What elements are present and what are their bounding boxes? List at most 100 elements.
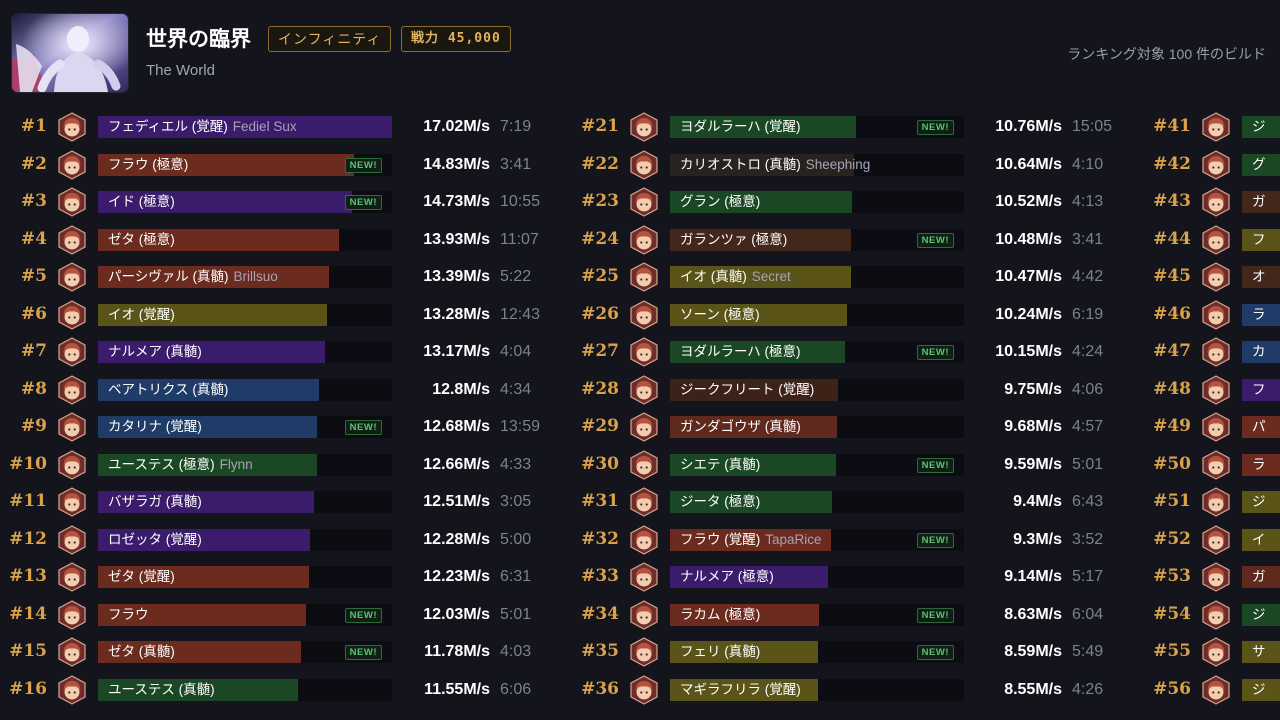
ranking-row[interactable]: #42 グ (1144, 146, 1280, 184)
ranking-row[interactable]: #9 カタリナ (覚醒) NEW! 12.68M/s 13:59 (0, 408, 572, 446)
build-label: フラウ (極意) (108, 154, 188, 176)
ranking-row[interactable]: #4 ゼタ (極意) 13.93M/s 11:07 (0, 221, 572, 259)
build-label: イ (1252, 529, 1266, 551)
ranking-row[interactable]: #16 ユーステス (真髄) 11.55M/s 6:06 (0, 671, 572, 709)
clear-time: 12:43 (500, 305, 541, 323)
ranking-row[interactable]: #24 ガランツァ (極意) NEW! 10.48M/s 3:41 (572, 221, 1144, 259)
ranking-row[interactable]: #26 ソーン (極意) 10.24M/s 6:19 (572, 296, 1144, 334)
build-label: ユーステス (真髄) (108, 679, 215, 701)
ranking-row[interactable]: #51 ジ (1144, 483, 1280, 521)
ranking-row[interactable]: #46 ラ (1144, 296, 1280, 334)
ranking-row[interactable]: #54 ジ (1144, 596, 1280, 634)
character-portrait-icon (1201, 337, 1231, 367)
ranking-row[interactable]: #32 フラウ (覚醒) TapaRice NEW! 9.3M/s 3:52 (572, 521, 1144, 559)
ranking-row[interactable]: #33 ナルメア (極意) 9.14M/s 5:17 (572, 558, 1144, 596)
new-badge: NEW! (916, 457, 954, 473)
ranking-row[interactable]: #11 バザラガ (真髄) 12.51M/s 3:05 (0, 483, 572, 521)
ranking-row[interactable]: #48 フ (1144, 371, 1280, 409)
ranking-row[interactable]: #2 フラウ (極意) NEW! 14.83M/s 3:41 (0, 146, 572, 184)
character-portrait-icon (629, 487, 659, 517)
ranking-row[interactable]: #43 ガ (1144, 183, 1280, 221)
ranking-row[interactable]: #47 カ (1144, 333, 1280, 371)
clear-time: 4:34 (500, 380, 532, 398)
character-name: パ (1252, 419, 1266, 434)
rank-number: #32 (581, 528, 619, 549)
dps-value: 10.24M/s (995, 305, 1062, 323)
ranking-row[interactable]: #52 イ (1144, 521, 1280, 559)
ranking-row[interactable]: #5 パーシヴァル (真髄) Brillsuo 13.39M/s 5:22 (0, 258, 572, 296)
clear-time: 4:57 (1072, 418, 1104, 435)
ranking-row[interactable]: #49 パ (1144, 408, 1280, 446)
ranking-row[interactable]: #35 フェリ (真髄) NEW! 8.59M/s 5:49 (572, 633, 1144, 671)
dps-value: 10.48M/s (995, 230, 1062, 248)
build-label: シエテ (真髄) (680, 454, 760, 476)
ranking-row[interactable]: #30 シエテ (真髄) NEW! 9.59M/s 5:01 (572, 446, 1144, 484)
ranking-row[interactable]: #10 ユーステス (極意) Flynn 12.66M/s 4:33 (0, 446, 572, 484)
ranking-row[interactable]: #29 ガンダゴウザ (真髄) 9.68M/s 4:57 (572, 408, 1144, 446)
character-portrait-icon (1201, 374, 1231, 405)
rank-number: #15 (9, 641, 47, 661)
ranking-row[interactable]: #12 ロゼッタ (覚醒) 12.28M/s 5:00 (0, 521, 572, 559)
character-portrait-icon (57, 599, 87, 630)
dps-bar: サ (1242, 641, 1280, 663)
rank-number: #21 (581, 116, 619, 136)
character-name: ナルメア (真髄) (108, 344, 202, 359)
build-label: フェディエル (覚醒) Fediel Sux (108, 116, 297, 138)
ranking-row[interactable]: #41 ジ (1144, 108, 1280, 146)
ranking-row[interactable]: #44 フ (1144, 221, 1280, 259)
dps-bar: ユーステス (極意) Flynn (98, 453, 392, 476)
build-label: ソーン (極意) (680, 304, 760, 326)
ranking-row[interactable]: #27 ヨダルラーハ (極意) NEW! 10.15M/s 4:24 (572, 333, 1144, 371)
build-label: ゼタ (覚醒) (108, 566, 175, 588)
rank-number: #8 (20, 378, 47, 399)
dps-value: 10.64M/s (995, 155, 1062, 173)
clear-time: 4:06 (1072, 380, 1104, 398)
ranking-row[interactable]: #34 ラカム (極意) NEW! 8.63M/s 6:04 (572, 596, 1144, 634)
build-label: ジ (1252, 491, 1266, 513)
ranking-row[interactable]: #55 サ (1144, 633, 1280, 671)
ranking-row[interactable]: #13 ゼタ (覚醒) 12.23M/s 6:31 (0, 558, 572, 596)
ranking-row[interactable]: #7 ナルメア (真髄) 13.17M/s 4:04 (0, 333, 572, 371)
ranking-row[interactable]: #53 ガ (1144, 558, 1280, 596)
build-label: ガ (1252, 566, 1266, 588)
ranking-row[interactable]: #1 フェディエル (覚醒) Fediel Sux 17.02M/s 7:19 (0, 108, 572, 146)
ranking-row[interactable]: #22 カリオストロ (真髄) Sheephing 10.64M/s 4:10 (572, 146, 1144, 184)
ranking-row[interactable]: #21 ヨダルラーハ (覚醒) NEW! 10.76M/s 15:05 (572, 108, 1144, 146)
ranking-row[interactable]: #3 イド (極意) NEW! 14.73M/s 10:55 (0, 183, 572, 221)
build-label: サ (1252, 641, 1266, 663)
dps-value: 13.17M/s (423, 343, 490, 360)
player-name: Fediel Sux (232, 119, 297, 134)
ranking-row[interactable]: #23 グラン (極意) 10.52M/s 4:13 (572, 183, 1144, 221)
character-name: ゼタ (真髄) (108, 644, 175, 659)
build-label: マギラフリラ (覚醒) (680, 679, 801, 701)
ranking-row[interactable]: #45 オ (1144, 258, 1280, 296)
clear-time: 11:07 (500, 230, 539, 248)
character-name: フ (1252, 231, 1266, 247)
build-label: イオ (真髄) Secret (680, 266, 791, 288)
dps-bar: ガンダゴウザ (真髄) (670, 416, 964, 438)
boss-title: 世界の臨界 (146, 28, 251, 51)
dps-bar: カタリナ (覚醒) NEW! (98, 416, 392, 438)
character-portrait-icon (57, 224, 87, 255)
dps-bar: フ (1242, 378, 1280, 401)
character-name: フ (1252, 381, 1266, 397)
dps-bar: ロゼッタ (覚醒) (98, 528, 392, 551)
ranking-row[interactable]: #25 イオ (真髄) Secret 10.47M/s 4:42 (572, 258, 1144, 296)
difficulty-badge: インフィニティ (268, 26, 392, 52)
ranking-row[interactable]: #56 ジ (1144, 671, 1280, 709)
clear-time: 6:31 (500, 568, 532, 585)
ranking-row[interactable]: #14 フラウ NEW! 12.03M/s 5:01 (0, 596, 572, 634)
build-label: フ (1252, 229, 1266, 251)
ranking-row[interactable]: #28 ジークフリート (覚醒) 9.75M/s 4:06 (572, 371, 1144, 409)
ranking-row[interactable]: #36 マギラフリラ (覚醒) 8.55M/s 4:26 (572, 671, 1144, 709)
character-portrait-icon (1201, 187, 1231, 217)
ranking-row[interactable]: #15 ゼタ (真髄) NEW! 11.78M/s 4:03 (0, 633, 572, 671)
ranking-row[interactable]: #31 ジータ (極意) 9.4M/s 6:43 (572, 483, 1144, 521)
ranking-row[interactable]: #50 ラ (1144, 446, 1280, 484)
ranking-row[interactable]: #8 ベアトリクス (真髄) 12.8M/s 4:34 (0, 371, 572, 409)
rank-number: #41 (1153, 116, 1191, 136)
dps-bar: イ (1242, 528, 1280, 551)
ranking-row[interactable]: #6 イオ (覚醒) 13.28M/s 12:43 (0, 296, 572, 334)
dps-value: 9.4M/s (1013, 493, 1062, 510)
dps-bar: フェリ (真髄) NEW! (670, 641, 964, 663)
